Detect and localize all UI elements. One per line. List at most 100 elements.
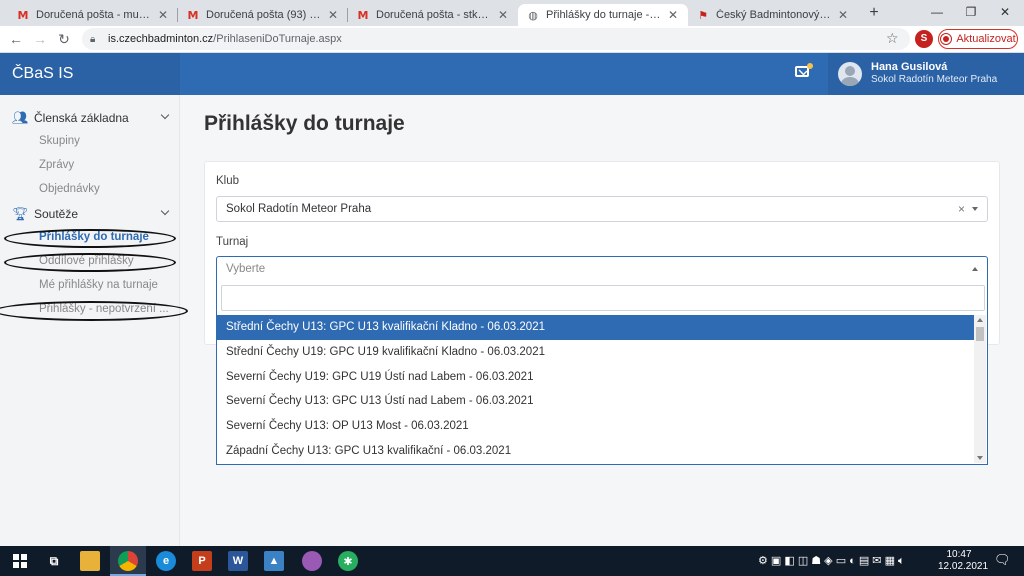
chevron-down-icon [160, 206, 170, 216]
sidebar-item-groups[interactable]: Skupiny [39, 135, 80, 147]
profile-avatar[interactable]: S [915, 30, 933, 48]
tray-icons[interactable]: ⚙ ▣ ◧ ◫ ☗ ◈ ▭ ◐ ▤ ✉ ▦ 🔈︎ [758, 554, 905, 568]
forward-button[interactable]: → [30, 29, 50, 49]
browser-tab-5[interactable]: ⚑ Český Badmintonový Svaz — L ✕ [688, 4, 858, 26]
sidebar-item-messages[interactable]: Zprávy [39, 159, 74, 171]
powerpoint-icon[interactable]: P [192, 551, 212, 571]
trophy-icon: 🏆︎ [12, 206, 29, 221]
dropdown-option[interactable]: Severní Čechy U13: OP U13 Most - 06.03.2… [217, 414, 975, 439]
taskbar-clock[interactable]: 10:47 12.02.2021 [938, 549, 989, 573]
club-select[interactable]: Sokol Radotín Meteor Praha × [216, 196, 988, 222]
tab-title: Přihlášky do turnaje - ČBaS IS [546, 9, 662, 21]
maximize-button[interactable]: ❐ [956, 3, 986, 21]
dropdown-search-input[interactable] [221, 285, 985, 311]
user-name: Hana Gusilová [871, 61, 948, 73]
clock-date: 12.02.2021 [938, 561, 989, 572]
update-button[interactable]: Aktualizovat [938, 29, 1018, 49]
taskbar: ⧉ e P W ▲ ✱ ⚙ ▣ ◧ ◫ ☗ ◈ ▭ ◐ ▤ ✉ ▦ 🔈︎ 10:… [0, 546, 1024, 576]
tab-title: Doručená pošta - stk@czechb [376, 9, 492, 21]
user-club: Sokol Radotín Meteor Praha [871, 74, 998, 85]
annotation-ellipse [4, 253, 176, 272]
bookmark-star-icon[interactable]: ☆ [886, 30, 899, 47]
chevron-down-icon [972, 207, 978, 211]
gmail-icon: M [187, 8, 199, 22]
sidebar-section-competitions[interactable]: 🏆︎ Soutěže [12, 205, 172, 223]
minimize-button[interactable]: — [922, 3, 952, 21]
dropdown-option[interactable]: Severní Čechy U13: GPC U13 Ústí nad Labe… [217, 389, 975, 414]
clock-time: 10:47 [946, 549, 972, 560]
url-domain: is.czechbadminton.cz [108, 33, 214, 45]
tournament-dropdown: Střední Čechy U13: GPC U13 kvalifikační … [216, 281, 988, 465]
close-tab-icon[interactable]: ✕ [326, 8, 340, 22]
browser-tab-strip: M Doručená pošta - musilova@cz ✕ M Doruč… [0, 0, 1024, 26]
gmail-icon: M [357, 8, 369, 22]
scrollbar-thumb[interactable] [976, 327, 984, 341]
brand-logo[interactable]: ČBaS IS [0, 53, 180, 95]
windows-start-icon[interactable] [10, 551, 30, 571]
lock-icon: 🔒︎ [90, 33, 96, 45]
file-explorer-icon[interactable] [80, 551, 100, 571]
globe-icon: ◍ [528, 9, 538, 22]
browser-tab-3[interactable]: M Doručená pošta - stk@czechb ✕ [348, 4, 518, 26]
close-tab-icon[interactable]: ✕ [496, 8, 510, 22]
chevron-down-icon [160, 110, 170, 120]
cbas-flag-icon: ⚑ [698, 9, 708, 22]
messages-icon[interactable] [795, 63, 813, 77]
edge-icon[interactable]: e [156, 551, 176, 571]
app-header: ČBaS IS Hana Gusilová Sokol Radotín Mete… [0, 53, 1024, 95]
tab-title: Doručená pošta - musilova@cz [36, 9, 152, 21]
user-avatar [838, 62, 862, 86]
user-menu[interactable]: Hana Gusilová Sokol Radotín Meteor Praha [828, 53, 1024, 95]
club-label: Klub [216, 175, 240, 187]
dropdown-option[interactable]: Severní Čechy U19: GPC U19 Ústí nad Labe… [217, 365, 975, 390]
close-tab-icon[interactable]: ✕ [156, 8, 170, 22]
address-bar[interactable]: 🔒︎ is.czechbadminton.cz/PrihlaseniDoTurn… [82, 28, 910, 50]
tournament-label: Turnaj [216, 236, 249, 248]
close-tab-icon[interactable]: ✕ [836, 8, 850, 22]
notifications-icon[interactable]: 🗨︎ [994, 552, 1011, 568]
scroll-down-icon[interactable] [977, 456, 983, 460]
sidebar-section-members[interactable]: 👥︎ Členská základna [12, 109, 172, 127]
tournament-select[interactable]: Vyberte [216, 256, 988, 282]
dropdown-options: Střední Čechy U13: GPC U13 kvalifikační … [217, 315, 975, 463]
dropdown-option[interactable]: Západní Čechy U13: GPC U13 kvalifikační … [217, 439, 975, 463]
browser-tab-1[interactable]: M Doručená pošta - musilova@cz ✕ [8, 4, 178, 26]
sidebar-section-label: Členská základna [34, 111, 129, 125]
gmail-icon: M [17, 8, 29, 22]
task-view-icon[interactable]: ⧉ [44, 551, 64, 571]
page-title: Přihlášky do turnaje [204, 112, 405, 135]
close-tab-icon[interactable]: ✕ [666, 8, 680, 22]
dropdown-option[interactable]: Střední Čechy U13: GPC U13 kvalifikační … [217, 315, 975, 340]
annotation-ellipse [4, 229, 176, 248]
new-tab-button[interactable]: + [864, 4, 884, 24]
sidebar-item-orders[interactable]: Objednávky [39, 183, 100, 195]
scroll-up-icon[interactable] [977, 318, 983, 322]
browser-tab-4[interactable]: ◍ Přihlášky do turnaje - ČBaS IS ✕ [518, 4, 688, 26]
users-icon: 👥︎ [12, 110, 29, 125]
back-button[interactable]: ← [6, 29, 26, 49]
close-window-button[interactable]: ✕ [990, 3, 1020, 21]
word-icon[interactable]: W [228, 551, 248, 571]
dropdown-scrollbar[interactable] [974, 315, 986, 463]
sidebar-section-label: Soutěže [34, 207, 79, 221]
annotation-ellipse [0, 301, 188, 321]
photos-icon[interactable]: ▲ [264, 551, 284, 571]
sidebar: 👥︎ Členská základna Skupiny Zprávy Objed… [0, 95, 188, 546]
snipping-icon[interactable]: ✱ [338, 551, 358, 571]
reload-button[interactable]: ↻ [54, 29, 74, 49]
update-label: Aktualizovat [956, 33, 1016, 45]
tab-title: Doručená pošta (93) - hana.m [206, 9, 322, 21]
club-select-value: Sokol Radotín Meteor Praha [226, 203, 372, 215]
dropdown-option[interactable]: Střední Čechy U19: GPC U19 kvalifikační … [217, 340, 975, 365]
tab-title: Český Badmintonový Svaz — L [716, 9, 832, 21]
tournament-select-placeholder: Vyberte [226, 263, 266, 275]
clear-icon[interactable]: × [958, 197, 965, 221]
update-icon [940, 33, 953, 45]
chevron-up-icon [972, 267, 978, 271]
chrome-icon[interactable] [118, 551, 138, 571]
url-path: /PrihlaseniDoTurnaje.aspx [213, 33, 342, 45]
browser-toolbar: ← → ↻ 🔒︎ is.czechbadminton.cz/Prihlaseni… [0, 26, 1024, 53]
sidebar-item-my-entries[interactable]: Mé přihlášky na turnaje [39, 279, 158, 291]
paint-icon[interactable] [302, 551, 322, 571]
browser-tab-2[interactable]: M Doručená pošta (93) - hana.m ✕ [178, 4, 348, 26]
